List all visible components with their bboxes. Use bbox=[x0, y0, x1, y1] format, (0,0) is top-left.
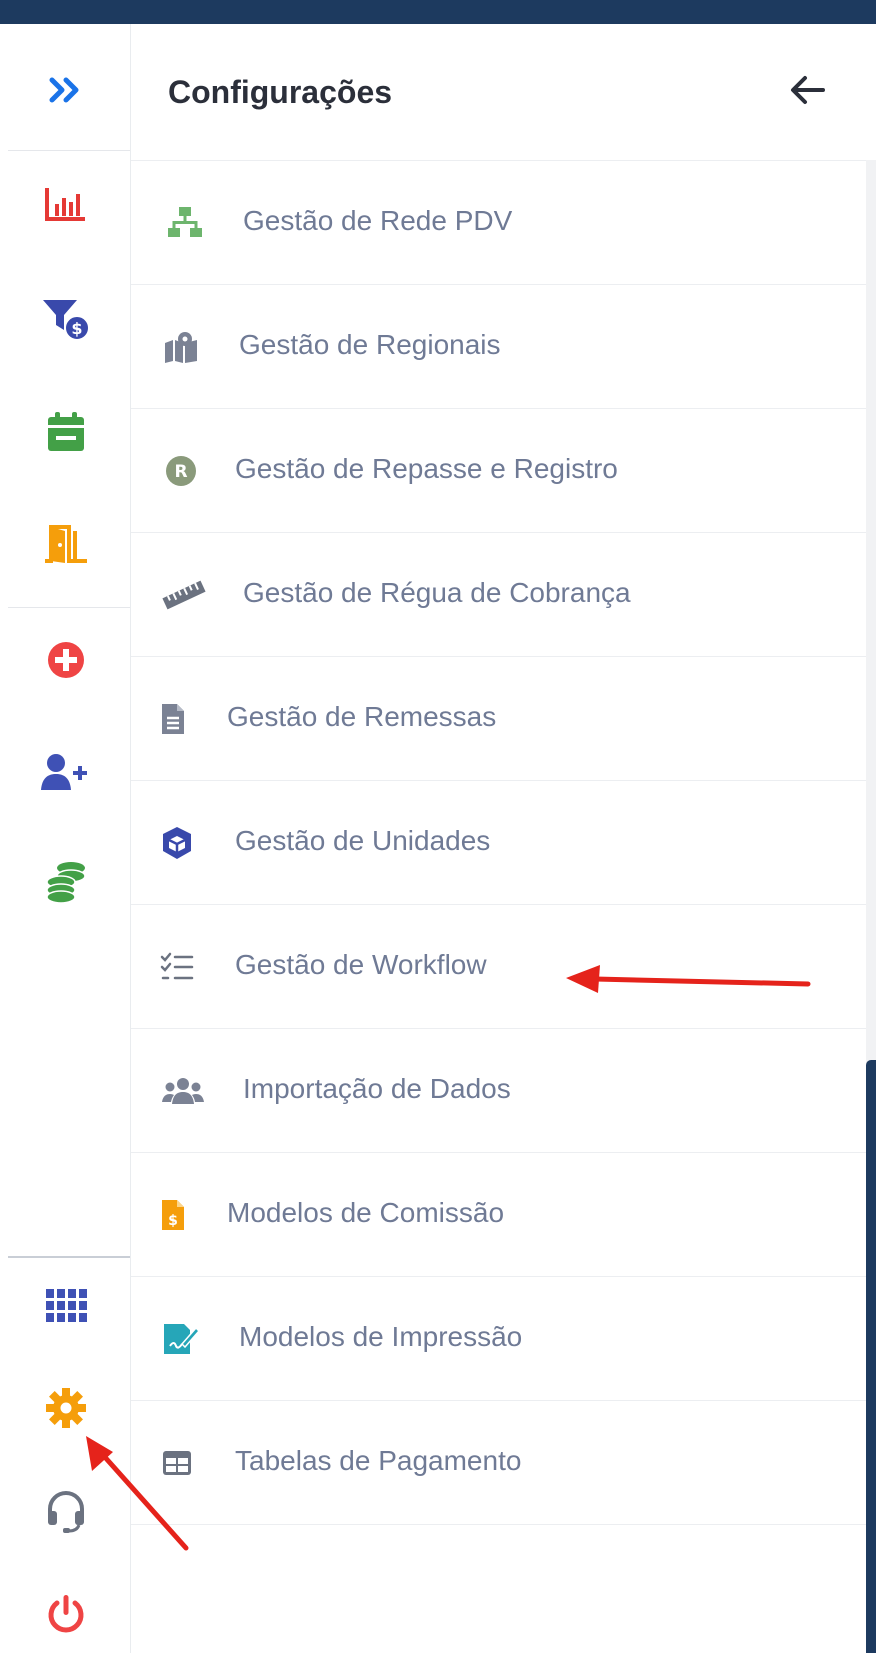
arrow-left-icon bbox=[791, 76, 825, 104]
sidebar-rail: $ bbox=[0, 24, 131, 1653]
menu-item-label: Gestão de Repasse e Registro bbox=[235, 453, 618, 484]
power-icon[interactable] bbox=[40, 1588, 92, 1640]
menu-item-label: Gestão de Remessas bbox=[227, 701, 497, 732]
file-invoice-dollar-icon: $ bbox=[153, 1195, 193, 1235]
menu-item-comissao[interactable]: $ Modelos de Comissão bbox=[131, 1153, 866, 1277]
menu-item-label: Gestão de Regionais bbox=[239, 329, 501, 360]
filter-money-icon[interactable]: $ bbox=[40, 294, 92, 346]
chart-icon[interactable] bbox=[40, 178, 92, 230]
table-icon bbox=[157, 1443, 197, 1483]
menu-item-unidades[interactable]: Gestão de Unidades bbox=[131, 781, 866, 905]
menu-item-impressao[interactable]: Modelos de Impressão bbox=[131, 1277, 866, 1401]
tasks-list-icon bbox=[157, 947, 197, 987]
sitemap-icon bbox=[165, 203, 205, 243]
scrollbar-thumb[interactable] bbox=[866, 1060, 876, 1653]
svg-text:$: $ bbox=[168, 1213, 178, 1229]
menu-item-remessas[interactable]: Gestão de Remessas bbox=[131, 657, 866, 781]
headset-icon[interactable] bbox=[40, 1486, 92, 1538]
cube-icon bbox=[157, 823, 197, 863]
panel-header: Configurações bbox=[131, 24, 876, 161]
apps-grid-icon[interactable] bbox=[40, 1280, 92, 1332]
rail-divider bbox=[8, 150, 130, 151]
menu-item-label: Gestão de Workflow bbox=[235, 949, 487, 980]
menu-item-importacao[interactable]: Importação de Dados bbox=[131, 1029, 866, 1153]
gear-icon[interactable] bbox=[40, 1382, 92, 1434]
back-button[interactable] bbox=[781, 64, 833, 116]
page-title: Configurações bbox=[168, 74, 393, 110]
settings-panel: Configurações Gestão de Rede PDV Gestão … bbox=[131, 24, 876, 1653]
file-alt-icon bbox=[153, 699, 193, 739]
menu-item-rede-pdv[interactable]: Gestão de Rede PDV bbox=[131, 161, 866, 285]
calendar-icon[interactable] bbox=[40, 406, 92, 458]
svg-text:$: $ bbox=[71, 319, 82, 338]
map-marked-icon bbox=[161, 327, 201, 367]
menu-item-label: Gestão de Unidades bbox=[235, 825, 491, 856]
menu-item-regua-cobranca[interactable]: Gestão de Régua de Cobrança bbox=[131, 533, 866, 657]
user-add-icon[interactable] bbox=[40, 746, 92, 798]
menu-item-label: Importação de Dados bbox=[243, 1073, 511, 1104]
menu-item-workflow[interactable]: Gestão de Workflow bbox=[131, 905, 866, 1029]
svg-text:R: R bbox=[174, 462, 187, 482]
plus-circle-icon[interactable] bbox=[40, 634, 92, 686]
top-bar bbox=[0, 0, 876, 24]
menu-item-regionais[interactable]: Gestão de Regionais bbox=[131, 285, 866, 409]
file-signature-icon bbox=[161, 1319, 201, 1359]
menu-item-label: Gestão de Rede PDV bbox=[243, 205, 513, 236]
menu-item-label: Gestão de Régua de Cobrança bbox=[243, 577, 631, 608]
menu-item-repasse-registro[interactable]: R Gestão de Repasse e Registro bbox=[131, 409, 866, 533]
menu-item-label: Modelos de Impressão bbox=[239, 1321, 523, 1352]
menu-item-tabelas-pagamento[interactable]: Tabelas de Pagamento bbox=[131, 1401, 866, 1525]
menu-item-label: Tabelas de Pagamento bbox=[235, 1445, 522, 1476]
rail-divider bbox=[8, 1256, 130, 1258]
menu-item-label: Modelos de Comissão bbox=[227, 1197, 505, 1228]
rail-divider bbox=[8, 607, 130, 608]
users-icon bbox=[161, 1071, 205, 1111]
ruler-icon bbox=[161, 575, 207, 615]
settings-menu: Gestão de Rede PDV Gestão de Regionais R… bbox=[131, 161, 866, 1525]
coins-icon[interactable] bbox=[40, 856, 92, 908]
registered-icon: R bbox=[161, 451, 201, 491]
expand-icon[interactable] bbox=[40, 64, 92, 116]
door-exit-icon[interactable] bbox=[40, 518, 92, 570]
